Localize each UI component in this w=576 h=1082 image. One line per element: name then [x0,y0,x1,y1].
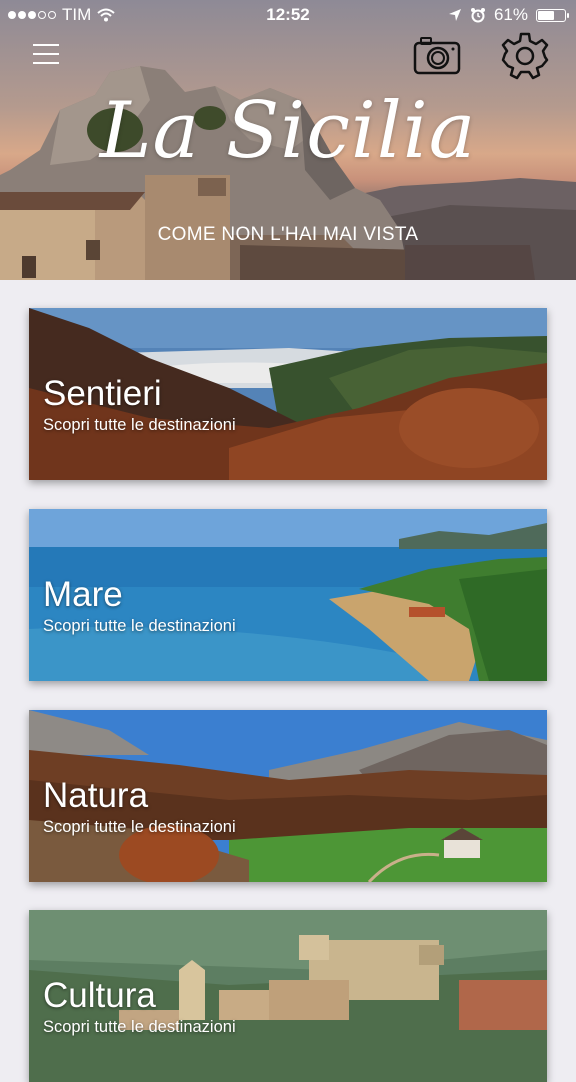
card-subtitle: Scopri tutte le destinazioni [43,818,236,836]
app-title: La Sicilia [99,86,477,176]
camera-button[interactable] [413,36,463,76]
category-card-sentieri[interactable]: Sentieri Scopri tutte le destinazioni [29,308,547,480]
status-bar: TIM 12:52 61% [0,0,576,30]
card-subtitle: Scopri tutte le destinazioni [43,617,236,635]
app-subtitle: COME NON L'HAI MAI VISTA [157,224,419,245]
card-title: Natura [43,776,149,815]
card-title: Mare [43,575,123,614]
hero-header: TIM 12:52 61% La Sicilia COME NON L'HAI … [0,0,576,280]
alarm-clock-icon [470,8,485,23]
battery-percent: 61% [493,5,528,24]
card-title: Sentieri [43,374,162,413]
card-subtitle: Scopri tutte le destinazioni [43,1018,236,1036]
settings-button[interactable] [500,31,550,81]
card-title: Cultura [43,976,156,1015]
battery-icon [536,8,569,22]
location-arrow-icon [448,9,461,21]
category-card-natura[interactable]: Natura Scopri tutte le destinazioni [29,710,547,882]
card-subtitle: Scopri tutte le destinazioni [43,416,236,434]
camera-icon [413,37,461,75]
menu-button[interactable] [33,44,59,68]
gear-icon [501,32,549,80]
menu-icon [33,44,59,64]
category-card-cultura[interactable]: Cultura Scopri tutte le destinazioni [29,910,547,1082]
category-card-mare[interactable]: Mare Scopri tutte le destinazioni [29,509,547,681]
